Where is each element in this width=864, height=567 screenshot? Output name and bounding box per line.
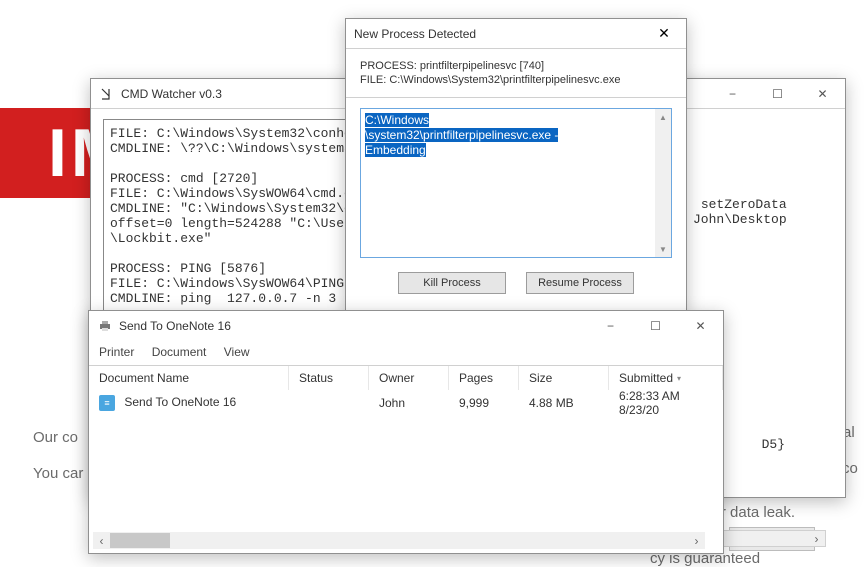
dialog-title: New Process Detected (354, 27, 650, 41)
info-file: FILE: C:\Windows\System32\printfilterpip… (360, 73, 672, 87)
col-label: Submitted (619, 371, 673, 385)
dialog-buttons: Kill Process Resume Process (346, 268, 686, 298)
cell-size: 4.88 MB (519, 396, 609, 410)
col-submitted[interactable]: Submitted ▾ (609, 366, 723, 390)
close-button[interactable]: ✕ (650, 20, 678, 48)
menu-view[interactable]: View (224, 345, 250, 359)
info-process: PROCESS: printfilterpipelinesvc [740] (360, 59, 672, 73)
scroll-thumb[interactable] (110, 533, 170, 548)
dialog-info: PROCESS: printfilterpipelinesvc [740] FI… (346, 49, 686, 98)
bg-line: You car (33, 456, 83, 492)
cell-owner: John (369, 396, 449, 410)
print-queue-table: Document Name Status Owner Pages Size Su… (89, 365, 723, 416)
table-header: Document Name Status Owner Pages Size Su… (89, 366, 723, 390)
resume-process-button[interactable]: Resume Process (526, 272, 634, 294)
vertical-scrollbar[interactable]: ▲ ▼ (655, 109, 671, 257)
table-row[interactable]: ≡ Send To OneNote 16 John 9,999 4.88 MB … (89, 390, 723, 416)
menubar: Printer Document View (89, 341, 723, 365)
horizontal-scrollbar[interactable]: ‹ › (93, 532, 705, 549)
scroll-up-icon[interactable]: ▲ (655, 109, 671, 125)
close-button[interactable]: ✕ (800, 79, 845, 109)
scroll-left-icon[interactable]: ‹ (93, 532, 110, 549)
doc-name: Send To OneNote 16 (124, 395, 236, 409)
app-icon (99, 86, 115, 102)
kill-process-button[interactable]: Kill Process (398, 272, 506, 294)
command-line-textarea[interactable]: C:\Windows \system32\printfilterpipeline… (360, 108, 672, 258)
log-fragment: D5} (762, 437, 785, 452)
bg-line: Our co (33, 420, 83, 456)
scroll-track[interactable] (170, 532, 688, 549)
dialog-titlebar[interactable]: New Process Detected ✕ (346, 19, 686, 49)
window-controls: − ☐ ✕ (588, 311, 723, 341)
col-document-name[interactable]: Document Name (89, 366, 289, 390)
background-text: Our co You car (33, 420, 83, 492)
maximize-button[interactable]: ☐ (755, 79, 800, 109)
titlebar[interactable]: Send To OneNote 16 − ☐ ✕ (89, 311, 723, 341)
cell-name: ≡ Send To OneNote 16 (89, 395, 289, 411)
document-icon: ≡ (99, 395, 115, 411)
col-size[interactable]: Size (519, 366, 609, 390)
menu-document[interactable]: Document (152, 345, 207, 359)
cell-submitted: 6:28:33 AM 8/23/20 (609, 389, 723, 417)
close-button[interactable]: ✕ (678, 311, 723, 341)
scroll-right-icon[interactable]: › (808, 531, 825, 546)
window-title: Send To OneNote 16 (119, 319, 588, 333)
sort-desc-icon: ▾ (677, 374, 681, 383)
new-process-dialog: New Process Detected ✕ PROCESS: printfil… (345, 18, 687, 313)
minimize-button[interactable]: − (588, 311, 633, 341)
scroll-down-icon[interactable]: ▼ (655, 241, 671, 257)
scroll-right-icon[interactable]: › (688, 532, 705, 549)
col-pages[interactable]: Pages (449, 366, 519, 390)
cell-pages: 9,999 (449, 396, 519, 410)
col-status[interactable]: Status (289, 366, 369, 390)
window-controls: − ☐ ✕ (710, 79, 845, 109)
printer-icon (97, 318, 113, 334)
menu-printer[interactable]: Printer (99, 345, 134, 359)
selected-text: C:\Windows \system32\printfilterpipeline… (365, 113, 558, 157)
col-owner[interactable]: Owner (369, 366, 449, 390)
maximize-button[interactable]: ☐ (633, 311, 678, 341)
minimize-button[interactable]: − (710, 79, 755, 109)
print-queue-window: Send To OneNote 16 − ☐ ✕ Printer Documen… (88, 310, 724, 554)
